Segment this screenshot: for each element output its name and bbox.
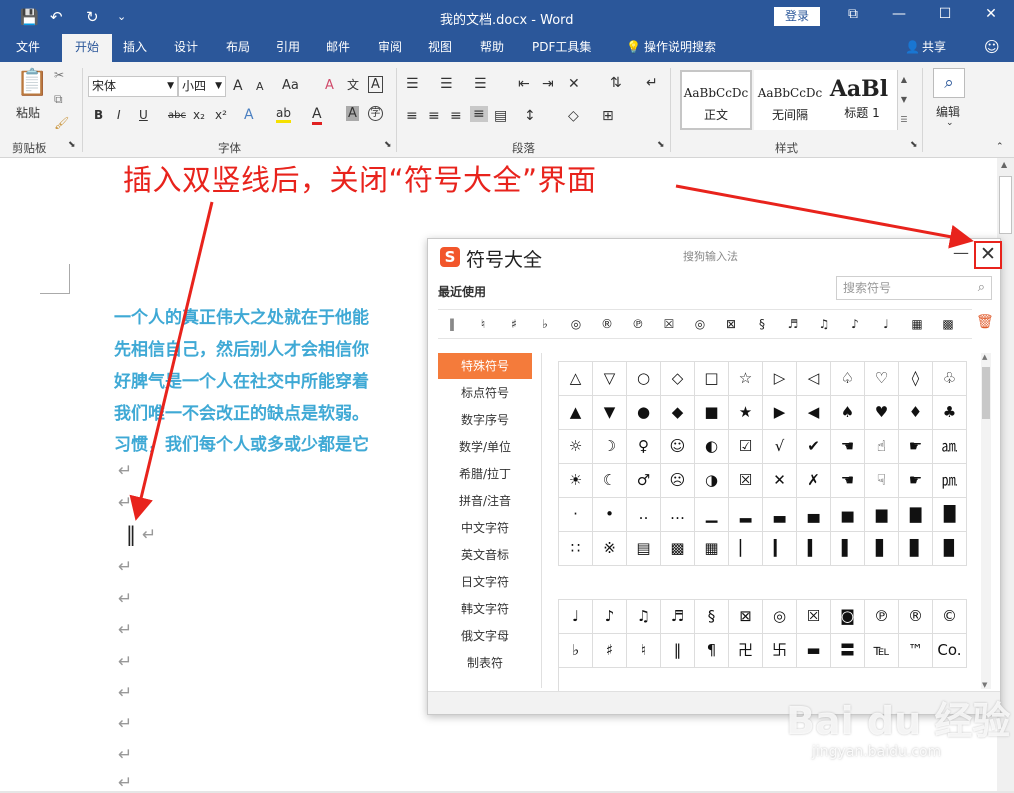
arrow-to-double-bar [129, 201, 214, 521]
annotation-arrows [129, 184, 974, 521]
arrow-to-close-button [675, 184, 974, 249]
baidu-watermark-url: jingyan.baidu.com [812, 744, 942, 760]
baidu-watermark-logo: Bai du 经验 [786, 699, 1011, 743]
